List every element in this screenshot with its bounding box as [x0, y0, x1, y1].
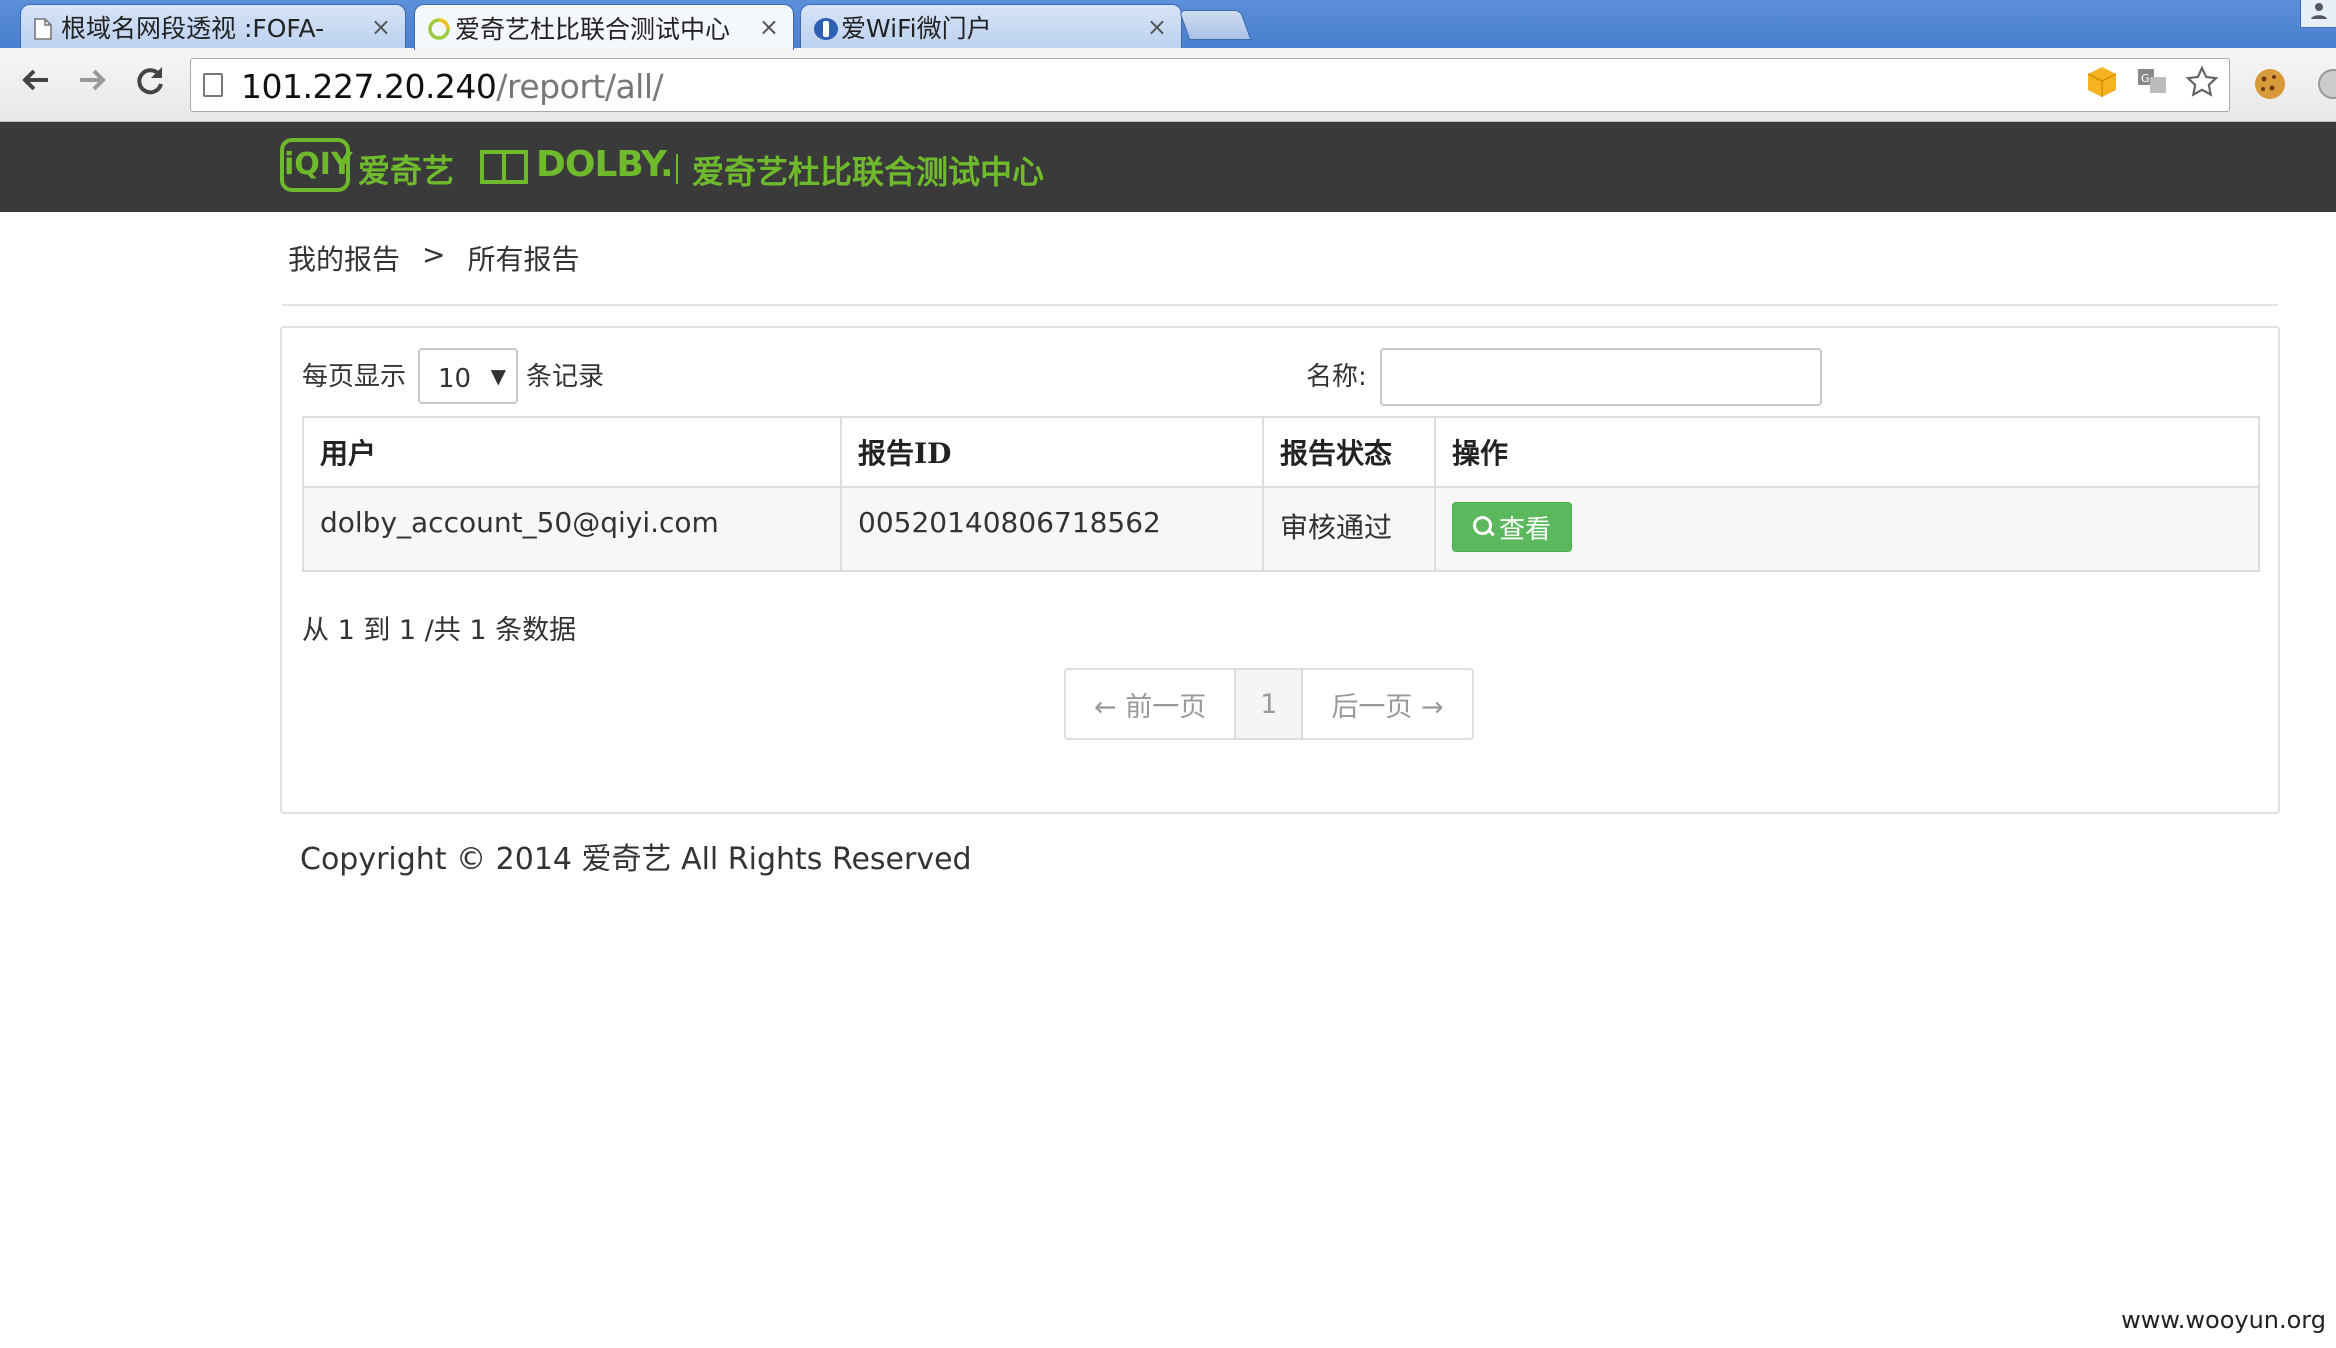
header-divider: [676, 154, 678, 184]
iqiyi-brand-text: 爱奇艺: [358, 152, 455, 190]
dolby-logo-icon: [480, 150, 528, 184]
site-title: 爱奇艺杜比联合测试中心: [692, 153, 1045, 191]
extension-globe-icon[interactable]: [2306, 66, 2336, 106]
prev-page-button[interactable]: ← 前一页: [1066, 670, 1234, 738]
view-report-button[interactable]: 查看: [1452, 502, 1573, 552]
address-bar[interactable]: 101.227.20.240/report/all/ G: [190, 58, 2230, 112]
iqiyi-logo[interactable]: iQIY: [280, 138, 353, 192]
extension-cube-icon[interactable]: [2083, 65, 2121, 103]
url-text: 101.227.20.240/report/all/: [241, 67, 664, 106]
column-header-action: 操作: [1435, 417, 2259, 488]
tab-title: 爱WiFi微门户: [841, 13, 992, 43]
page-number-1[interactable]: 1: [1234, 670, 1304, 738]
browser-tab-fofa[interactable]: 根域名网段透视 :FOFA- ×: [20, 4, 406, 48]
table-header-row: 用户 报告ID 报告状态 操作: [303, 417, 2259, 488]
breadcrumb-my-reports[interactable]: 我的报告: [288, 238, 400, 278]
bookmark-star-icon[interactable]: [2183, 65, 2221, 103]
translate-icon[interactable]: G: [2133, 65, 2171, 103]
forward-arrow-icon[interactable]: [70, 62, 114, 106]
breadcrumb: 我的报告 > 所有报告: [288, 238, 580, 278]
column-header-report-id[interactable]: 报告ID: [841, 417, 1264, 488]
cell-report-id: 00520140806718562: [841, 487, 1264, 571]
wifi-portal-icon: [813, 17, 838, 40]
breadcrumb-all-reports: 所有报告: [467, 243, 580, 276]
search-icon: [1473, 516, 1495, 538]
pagination: ← 前一页 1 后一页 →: [1064, 668, 1474, 740]
watermark-text: www.wooyun.org: [2121, 1306, 2326, 1334]
profile-icon[interactable]: [2300, 0, 2336, 28]
column-header-user[interactable]: 用户: [303, 417, 842, 488]
browser-tab-wifi[interactable]: 爱WiFi微门户 ×: [800, 4, 1182, 48]
site-header: iQIY 爱奇艺 DOLBY. 爱奇艺杜比联合测试中心: [0, 122, 2336, 212]
back-arrow-icon[interactable]: [14, 62, 58, 106]
tab-title: 根域名网段透视 :FOFA-: [61, 13, 325, 43]
svg-text:G: G: [2141, 72, 2150, 85]
new-tab-button[interactable]: [1178, 10, 1252, 40]
divider: [282, 304, 2278, 306]
reports-table: 用户 报告ID 报告状态 操作 dolby_account_50@qiyi.co…: [302, 416, 2260, 572]
view-button-label: 查看: [1499, 514, 1552, 545]
page-length-label: 每页显示: [302, 362, 407, 392]
browser-tab-dolby[interactable]: 爱奇艺杜比联合测试中心 ×: [414, 4, 794, 50]
dropdown-arrow-icon: ▼: [490, 364, 506, 388]
tab-title: 爱奇艺杜比联合测试中心: [455, 14, 731, 44]
cell-user: dolby_account_50@qiyi.com: [303, 487, 842, 571]
page-length-suffix: 条记录: [526, 362, 605, 392]
footer-copyright: Copyright © 2014 爱奇艺 All Rights Reserved: [300, 842, 972, 877]
browser-tabstrip: 根域名网段透视 :FOFA- × 爱奇艺杜比联合测试中心 × 爱WiFi微门户 …: [0, 0, 2336, 50]
table-info: 从 1 到 1 /共 1 条数据: [302, 615, 577, 646]
tab-close-icon[interactable]: ×: [1147, 13, 1167, 41]
page-length-select[interactable]: 10 ▼: [418, 348, 518, 404]
cookie-icon[interactable]: [2250, 66, 2290, 106]
reports-panel: 每页显示 10 ▼ 条记录 名称: 用户 报告ID 报告状态 操作 dolby_…: [280, 326, 2280, 814]
page-icon: [203, 73, 223, 97]
tab-close-icon[interactable]: ×: [759, 13, 779, 41]
column-header-status[interactable]: 报告状态: [1263, 417, 1436, 488]
browser-toolbar: 101.227.20.240/report/all/ G: [0, 48, 2336, 122]
dolby-brand-text: DOLBY.: [536, 144, 674, 185]
name-search-label: 名称:: [1306, 362, 1367, 392]
reload-icon[interactable]: [128, 62, 172, 106]
page-icon: [33, 17, 53, 40]
cell-action: 查看: [1435, 487, 2259, 571]
table-row: dolby_account_50@qiyi.com 00520140806718…: [303, 487, 2259, 571]
breadcrumb-separator: >: [422, 238, 446, 271]
cell-status: 审核通过: [1263, 487, 1436, 571]
page-length-value: 10: [438, 364, 472, 394]
next-page-button[interactable]: 后一页 →: [1303, 670, 1471, 738]
tab-close-icon[interactable]: ×: [371, 13, 391, 41]
loading-spinner-icon: [427, 17, 450, 40]
name-search-input[interactable]: [1380, 348, 1822, 406]
